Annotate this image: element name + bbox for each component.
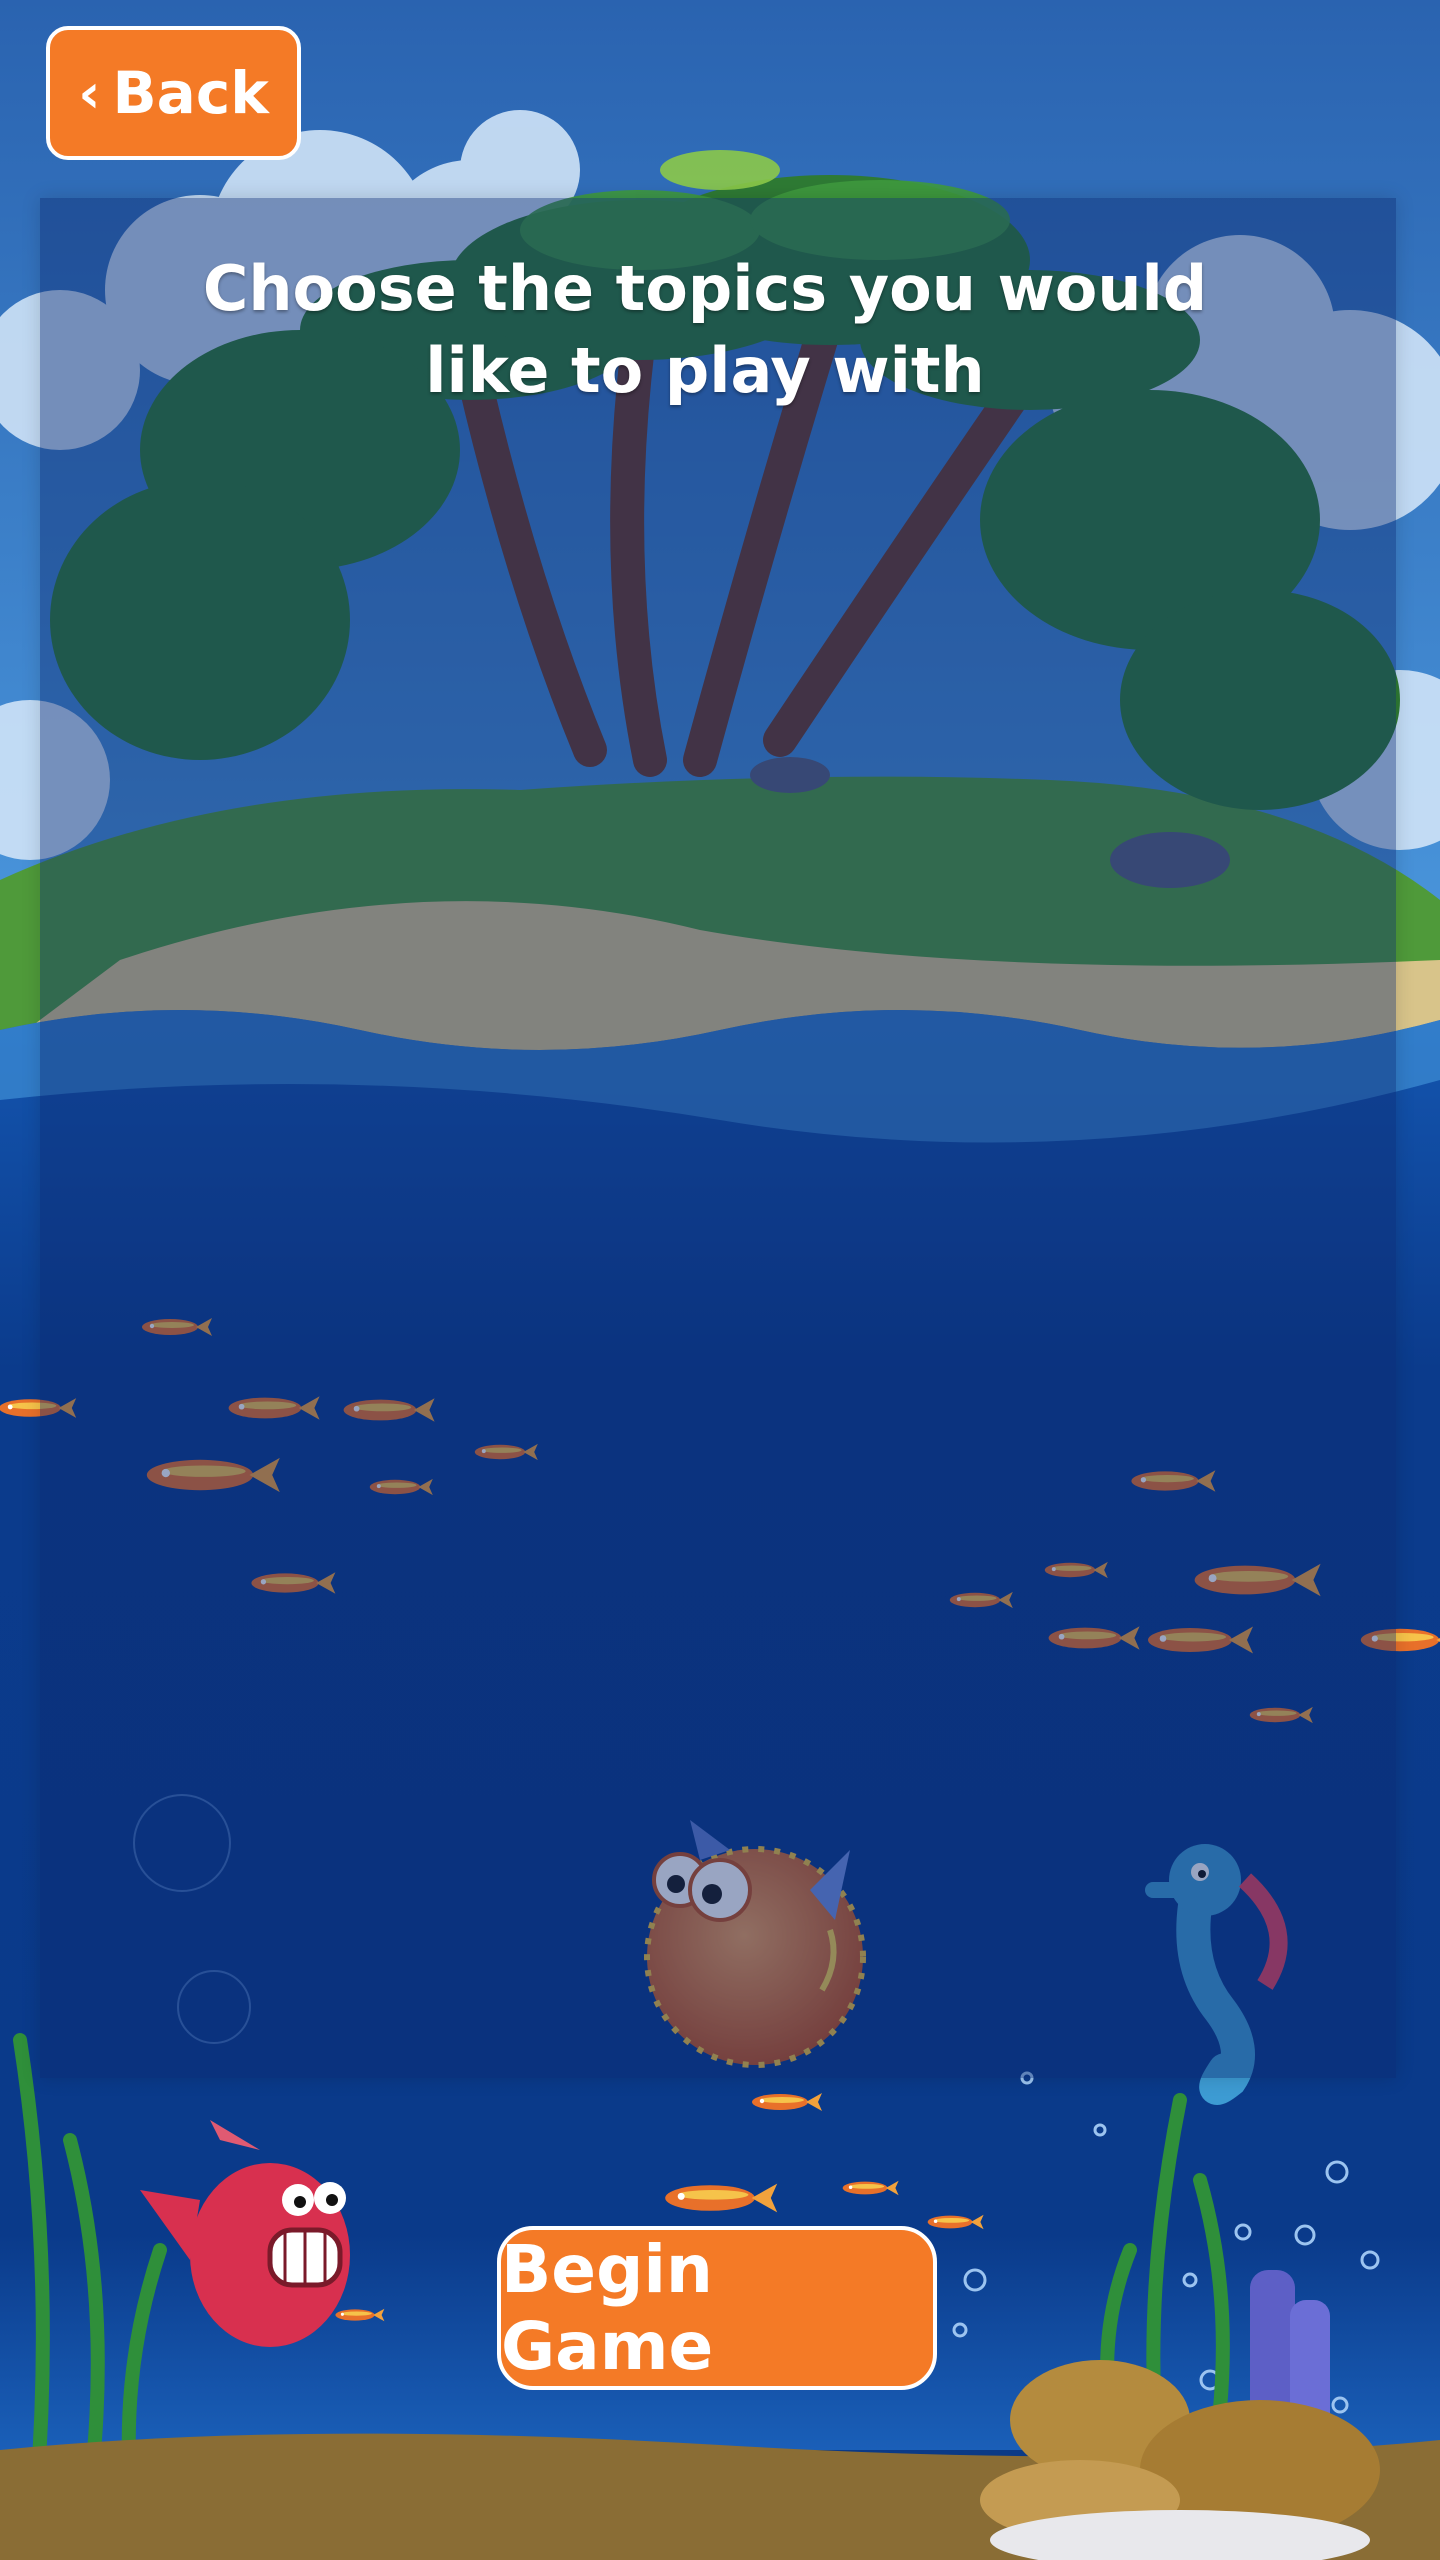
begin-game-button[interactable]: Begin Game bbox=[497, 2226, 937, 2390]
chevron-left-icon: ‹ bbox=[78, 61, 101, 125]
page-title: Choose the topics you would like to play… bbox=[202, 252, 1208, 407]
back-button[interactable]: ‹ Back bbox=[46, 26, 301, 160]
begin-game-label: Begin Game bbox=[501, 2231, 714, 2385]
topic-panel bbox=[40, 198, 1396, 2078]
back-label: Back bbox=[112, 59, 269, 127]
